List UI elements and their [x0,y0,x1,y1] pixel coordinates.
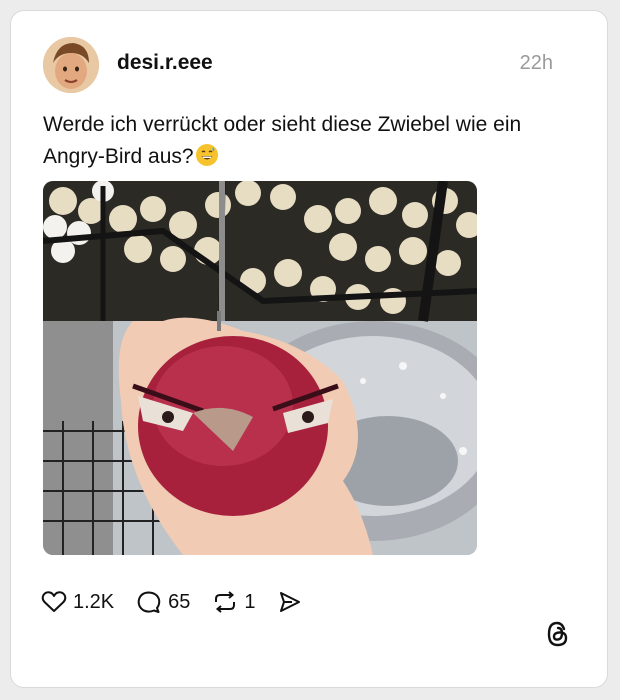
heart-icon [41,591,67,612]
post-text-content: Werde ich verrückt oder sieht diese Zwie… [43,113,522,168]
like-count: 1.2K [73,590,115,613]
reply-count: 65 [168,590,191,613]
share-icon [279,592,300,612]
avatar[interactable] [43,37,99,93]
reply-button[interactable]: 65 [136,590,190,614]
action-bar: 1.2K 65 1 [41,587,330,617]
grinning-sweat-emoji-icon [195,144,218,166]
username[interactable]: desi.r.eee [117,51,213,75]
threads-logo-icon[interactable] [545,620,571,653]
post-image[interactable] [43,181,477,555]
comment-icon [137,591,161,613]
post-text: Werde ich verrückt oder sieht diese Zwie… [43,109,573,173]
post-time: 22h [519,52,553,74]
share-button[interactable] [278,590,308,614]
post-card: desi.r.eee 22h Werde ich verrückt oder s… [10,10,608,688]
like-button[interactable]: 1.2K [41,590,114,614]
repost-button[interactable]: 1 [212,590,256,614]
repost-count: 1 [244,590,256,613]
repost-icon [215,591,236,613]
